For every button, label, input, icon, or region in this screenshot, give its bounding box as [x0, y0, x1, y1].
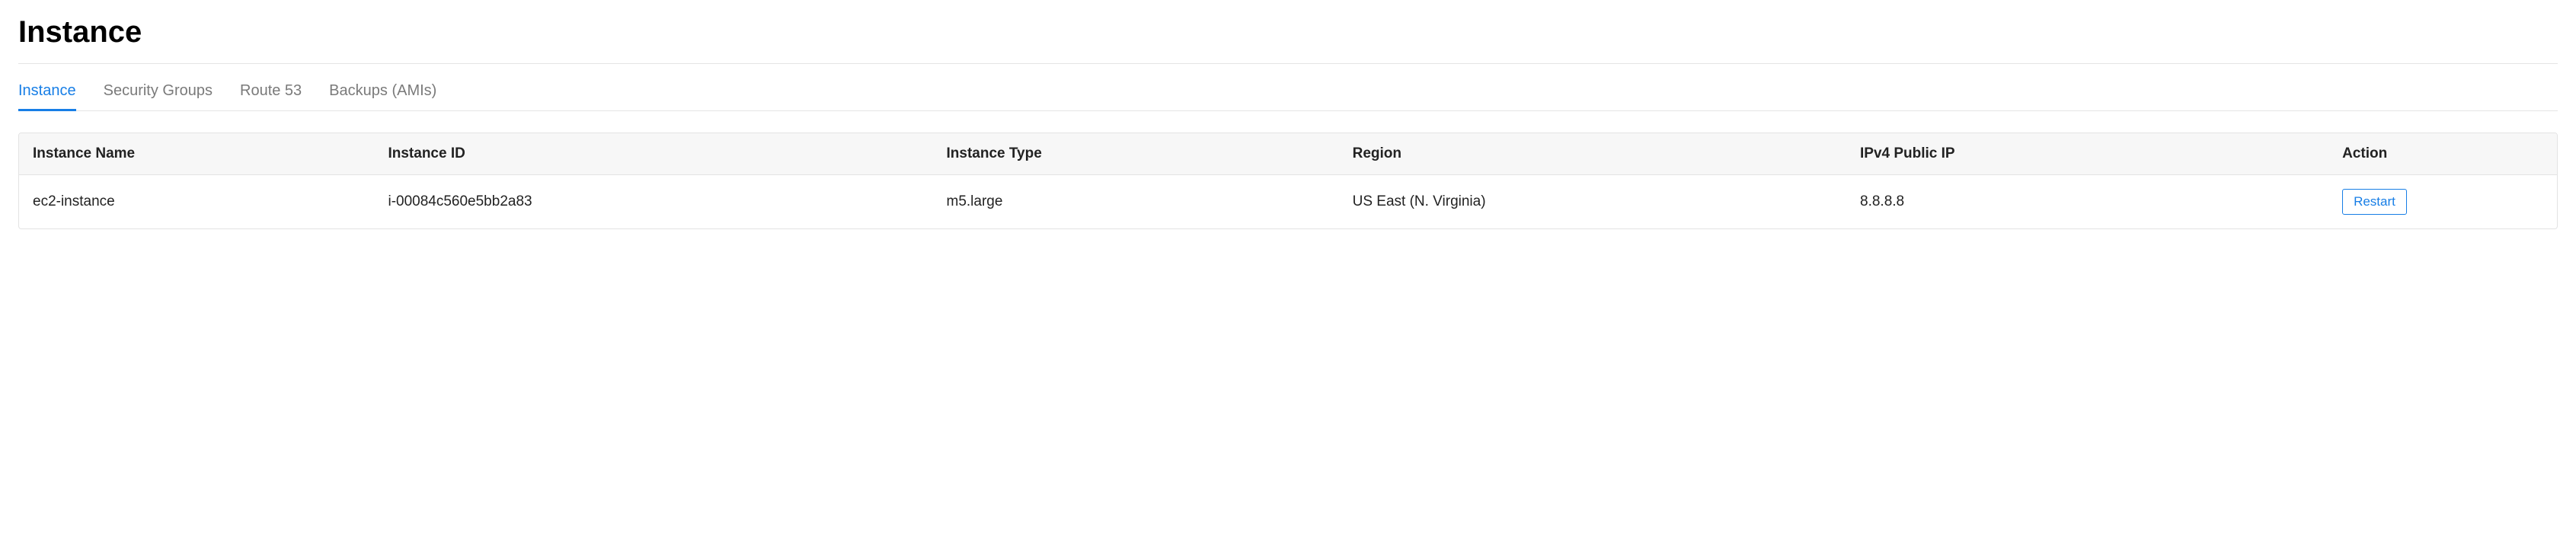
tabs-container: Instance Security Groups Route 53 Backup…	[18, 75, 2558, 111]
tab-backups-amis[interactable]: Backups (AMIs)	[329, 75, 436, 110]
cell-instance-type: m5.large	[933, 175, 1339, 229]
divider	[18, 63, 2558, 64]
cell-instance-name: ec2-instance	[19, 175, 374, 229]
cell-ipv4: 8.8.8.8	[1846, 175, 2328, 229]
tab-security-groups[interactable]: Security Groups	[104, 75, 213, 110]
table-header-row: Instance Name Instance ID Instance Type …	[19, 133, 2557, 175]
page-title: Instance	[18, 15, 2558, 50]
column-header-id: Instance ID	[374, 133, 932, 175]
column-header-ip: IPv4 Public IP	[1846, 133, 2328, 175]
column-header-type: Instance Type	[933, 133, 1339, 175]
cell-region: US East (N. Virginia)	[1339, 175, 1846, 229]
column-header-region: Region	[1339, 133, 1846, 175]
restart-button[interactable]: Restart	[2342, 189, 2407, 215]
tab-route-53[interactable]: Route 53	[240, 75, 302, 110]
instance-table: Instance Name Instance ID Instance Type …	[19, 133, 2557, 228]
cell-instance-id: i-00084c560e5bb2a83	[374, 175, 932, 229]
tab-instance[interactable]: Instance	[18, 75, 76, 110]
cell-action: Restart	[2328, 175, 2557, 229]
table-row: ec2-instance i-00084c560e5bb2a83 m5.larg…	[19, 175, 2557, 229]
instance-table-container: Instance Name Instance ID Instance Type …	[18, 133, 2558, 229]
column-header-name: Instance Name	[19, 133, 374, 175]
column-header-action: Action	[2328, 133, 2557, 175]
